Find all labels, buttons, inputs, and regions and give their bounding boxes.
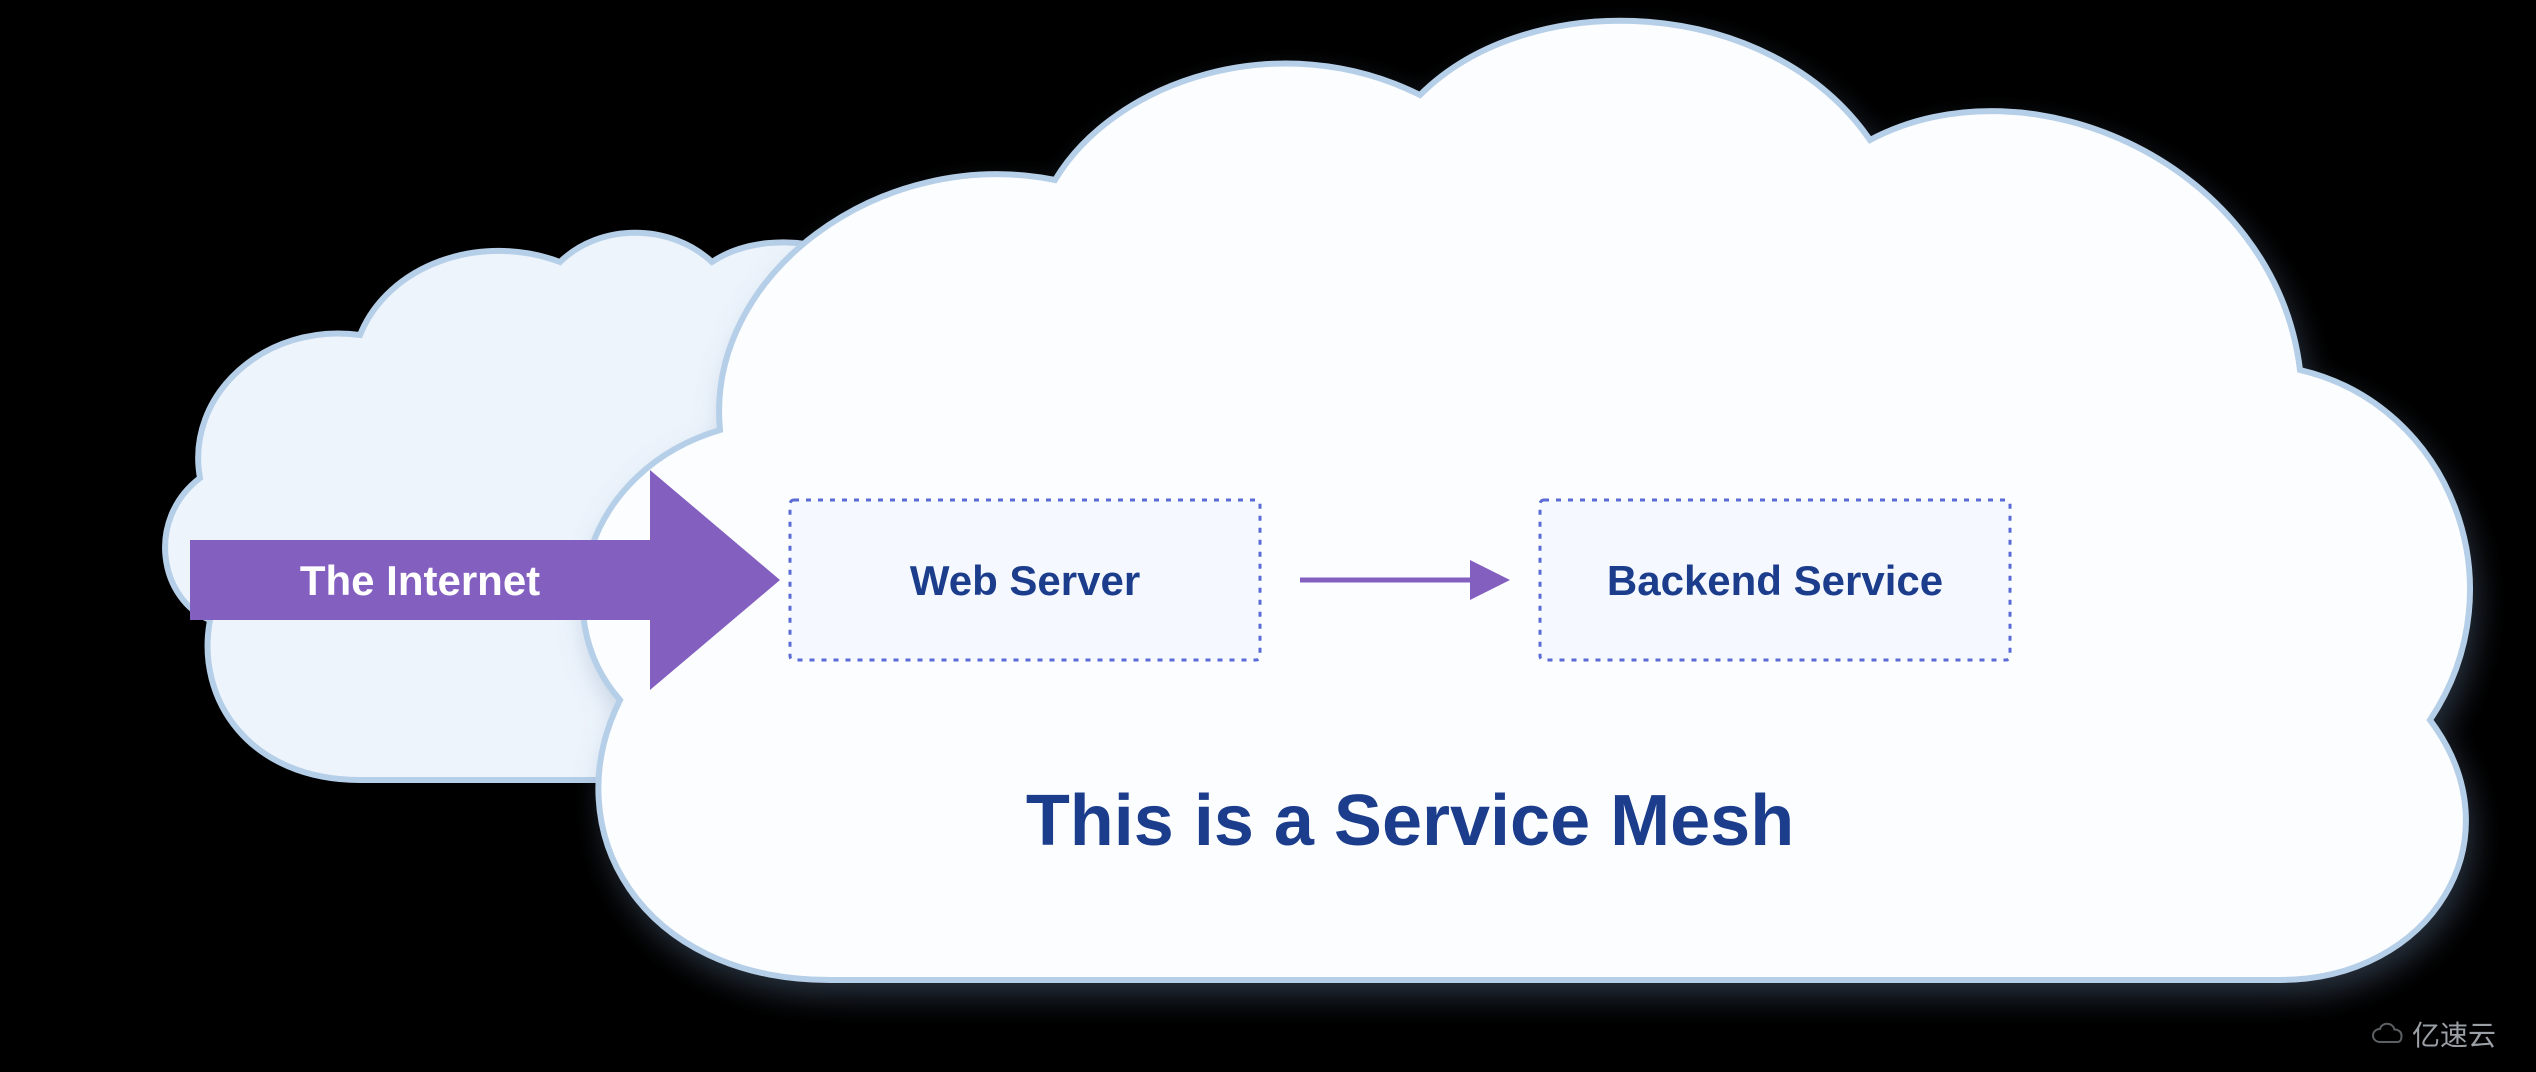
internet-label: The Internet <box>300 557 540 604</box>
backend-service-box: Backend Service <box>1540 500 2010 660</box>
service-mesh-caption: This is a Service Mesh <box>1026 781 1794 861</box>
backend-service-label: Backend Service <box>1607 557 1943 604</box>
watermark: 亿速云 <box>2370 1014 2496 1054</box>
web-server-label: Web Server <box>910 557 1140 604</box>
cloud-icon <box>2370 1022 2406 1046</box>
watermark-text: 亿速云 <box>2412 1014 2496 1054</box>
web-server-box: Web Server <box>790 500 1260 660</box>
